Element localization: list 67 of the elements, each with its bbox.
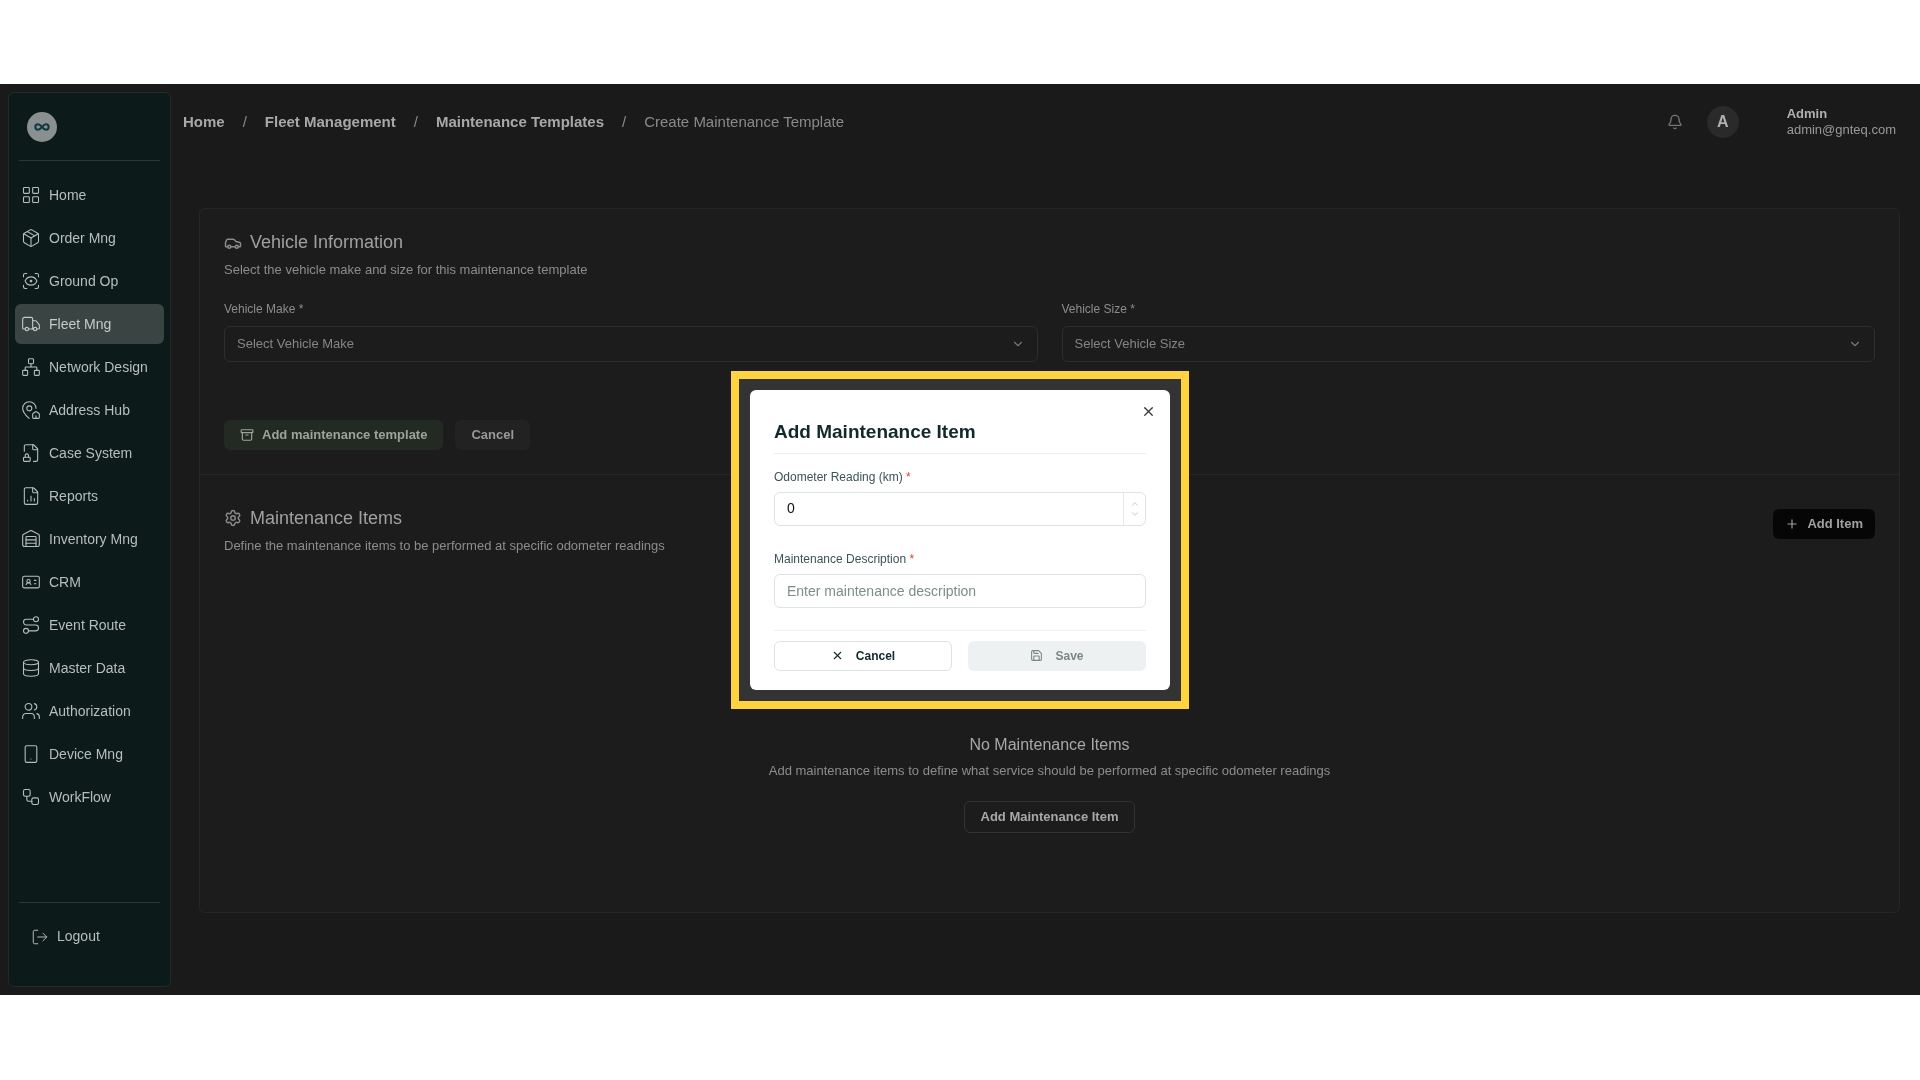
database-icon xyxy=(21,658,41,678)
breadcrumb-link[interactable]: Fleet Management xyxy=(264,110,396,134)
warehouse-icon xyxy=(21,529,41,549)
breadcrumb-current: Create Maintenance Template xyxy=(644,111,845,132)
description-field[interactable]: Enter maintenance description xyxy=(774,573,1146,608)
gear-icon xyxy=(224,509,242,527)
field-label: Maintenance Description * xyxy=(774,550,916,568)
save-button: Save xyxy=(968,640,1146,671)
sidebar-item[interactable]: Home xyxy=(15,175,164,215)
cancel-button[interactable]: Cancel xyxy=(455,419,531,450)
user-email: admin@gnteq.com xyxy=(1786,122,1896,138)
network-icon xyxy=(21,357,41,377)
field-label: Vehicle Size * xyxy=(1061,300,1136,318)
empty-state-title: No Maintenance Items xyxy=(969,735,1130,755)
breadcrumb-separator: / xyxy=(622,111,627,132)
package-icon xyxy=(21,228,41,248)
logout-icon xyxy=(31,927,49,946)
map-pin-icon xyxy=(21,400,41,420)
sidebar-item[interactable]: Event Route xyxy=(15,605,164,645)
add-template-button[interactable]: Add maintenance template xyxy=(224,419,444,450)
users-icon xyxy=(21,701,41,721)
number-field[interactable]: 0 xyxy=(774,491,1146,526)
sidebar-item[interactable]: CRM xyxy=(15,562,164,602)
field-label: Odometer Reading (km) * xyxy=(774,468,912,486)
sidebar-item[interactable]: Device Mng xyxy=(15,734,164,774)
select-field[interactable]: Select Vehicle Make xyxy=(224,325,1038,362)
sidebar-item[interactable]: Fleet Mng xyxy=(15,304,164,344)
workflow-icon xyxy=(21,787,41,807)
plus-icon xyxy=(1785,516,1800,531)
dialog-title: Add Maintenance Item xyxy=(774,421,976,442)
add-item-button[interactable]: Add Item xyxy=(1773,508,1875,539)
sidebar-item[interactable]: Network Design xyxy=(15,347,164,387)
sidebar-item[interactable]: Authorization xyxy=(15,691,164,731)
section-title: Vehicle Information xyxy=(250,231,404,254)
add-maintenance-item-button[interactable]: Add Maintenance Item xyxy=(963,800,1136,833)
breadcrumb-link[interactable]: Maintenance Templates xyxy=(435,110,604,134)
cancel-button[interactable]: Cancel xyxy=(774,640,952,671)
archive-icon xyxy=(240,427,254,442)
chart-file-icon xyxy=(21,486,41,506)
sidebar-item[interactable]: Order Mng xyxy=(15,218,164,258)
file-lock-icon xyxy=(21,443,41,463)
bell-icon[interactable] xyxy=(1666,114,1683,130)
close-button[interactable] xyxy=(1141,404,1156,419)
user-name: Admin xyxy=(1786,106,1829,122)
truck-icon xyxy=(21,314,41,334)
field-label: Vehicle Make * xyxy=(224,300,305,318)
breadcrumb-link[interactable]: Home xyxy=(183,110,225,134)
sidebar-item[interactable]: Ground Op xyxy=(15,261,164,301)
sidebar-item[interactable]: Address Hub xyxy=(15,390,164,430)
empty-state-text: Add maintenance items to define what service should be performed at specific odometer readings xyxy=(768,762,1331,780)
breadcrumb-separator: / xyxy=(242,111,247,132)
section-subtitle: Select the vehicle make and size for this maintenance template xyxy=(224,261,589,279)
user-avatar[interactable]: A xyxy=(1706,106,1739,138)
breadcrumb-separator: / xyxy=(413,111,418,132)
sidebar-item[interactable]: Case System xyxy=(15,433,164,473)
scan-icon xyxy=(21,271,41,291)
sidebar-item[interactable]: Inventory Mng xyxy=(15,519,164,559)
sidebar-item[interactable]: Master Data xyxy=(15,648,164,688)
route-icon xyxy=(21,615,41,635)
grid-icon xyxy=(21,185,41,205)
section-title: Maintenance Items xyxy=(250,506,403,530)
logout-button[interactable]: Logout xyxy=(31,926,100,947)
sidebar-item[interactable]: Reports xyxy=(15,476,164,516)
logo-icon xyxy=(27,111,57,142)
sidebar-item[interactable]: WorkFlow xyxy=(15,777,164,817)
section-subtitle: Define the maintenance items to be performed at specific odometer readings xyxy=(224,536,665,555)
select-field[interactable]: Select Vehicle Size xyxy=(1061,325,1875,362)
